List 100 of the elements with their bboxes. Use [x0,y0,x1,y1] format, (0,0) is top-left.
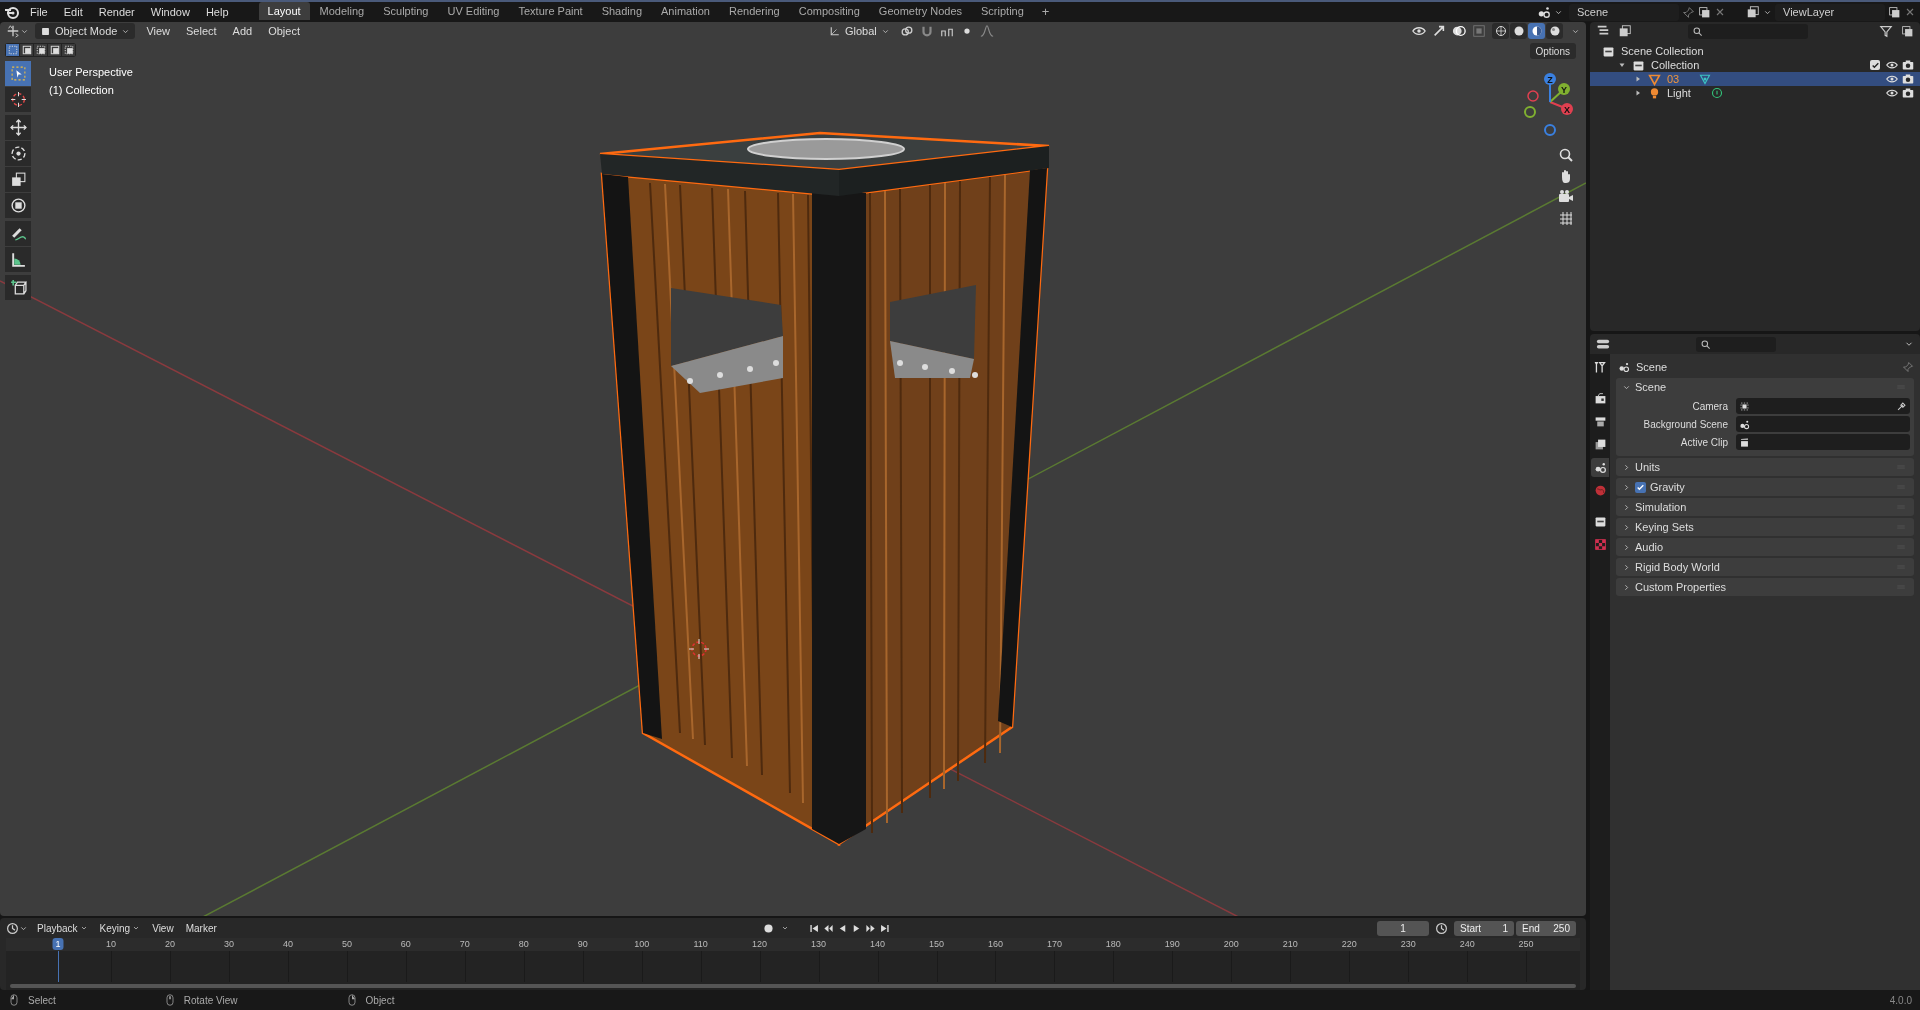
camera-field[interactable] [1736,398,1910,414]
gizmo-negative-handle[interactable] [1524,90,1556,136]
search-field[interactable] [1696,336,1776,352]
visibility-eye-icon[interactable] [1886,59,1898,71]
copy-icon[interactable] [1888,5,1901,19]
workspace-tab[interactable]: Scripting [972,2,1033,21]
workspace-tab[interactable]: Sculpting [374,2,438,21]
current-frame-field[interactable]: 1 [1377,920,1429,936]
wireframe-shading-button[interactable] [1492,23,1509,39]
workspace-tab[interactable]: Texture Paint [509,2,592,21]
scene-field[interactable] [1736,416,1910,432]
menu-item[interactable]: Help [199,3,235,21]
visibility-eye-icon[interactable] [1886,73,1898,85]
dropdown-caret-icon[interactable] [780,924,789,932]
mesh-data-icon[interactable] [1699,73,1712,85]
workspace-tab[interactable]: UV Editing [438,2,509,21]
pin-icon[interactable] [1682,5,1695,19]
annotate-tool-button[interactable] [5,221,31,246]
exclude-checkbox[interactable] [1870,60,1880,70]
timeline-scrollbar[interactable] [10,984,1576,988]
copy-icon[interactable] [1698,5,1711,19]
workspace-tab[interactable]: Layout [258,2,310,21]
workspace-tab[interactable]: Animation [652,2,719,21]
workspace-tab[interactable]: Shading [592,2,652,21]
filter-icon[interactable] [1879,24,1893,38]
menu-item[interactable]: Select [181,22,222,40]
panel-title[interactable]: Keying Sets [1635,518,1694,536]
move-tool-button[interactable] [5,115,31,140]
add-workspace-button[interactable]: + [1033,2,1058,22]
scene-selector[interactable]: Scene [1569,3,1679,21]
record-icon[interactable] [761,921,775,935]
close-icon[interactable] [1714,6,1726,18]
panel-title[interactable]: Gravity [1650,478,1685,496]
jump-start-icon[interactable] [808,922,820,934]
menu-item[interactable]: View [141,22,176,40]
outliner-row[interactable]: 03 [1590,72,1920,86]
search-field[interactable] [1688,23,1808,39]
display-mode-icon[interactable] [1618,24,1632,38]
next-keyframe-icon[interactable] [864,922,876,934]
outliner-row[interactable]: Collection [1590,58,1920,72]
mode-dropdown[interactable]: Object Mode [35,23,136,39]
expand-arrow-icon[interactable] [1634,75,1642,83]
panel-title[interactable]: Simulation [1635,498,1687,516]
selection-mode-button[interactable] [62,44,75,56]
light-data-icon[interactable] [1710,87,1723,99]
view-layer-icon[interactable] [1746,5,1760,19]
camera-view-icon[interactable] [1558,189,1574,205]
zoom-icon[interactable] [1558,147,1574,163]
rendered-shading-button[interactable] [1546,23,1563,39]
panel-title[interactable]: Custom Properties [1635,578,1727,596]
new-collection-icon[interactable] [1901,24,1914,38]
enable-checkbox[interactable] [1635,481,1646,493]
menu-item[interactable]: View [149,920,177,936]
rotate-tool-button[interactable] [5,141,31,166]
view-layer-selector[interactable]: ViewLayer [1775,3,1885,21]
scene-icon[interactable] [1537,5,1551,19]
scale-tool-button[interactable] [5,167,31,192]
snap-icon[interactable] [919,24,934,38]
gizmo-z-handle[interactable]: Z [1544,73,1556,103]
menu-item[interactable]: File [24,3,54,21]
menu-item[interactable]: Render [92,3,141,21]
gizmo-x-handle[interactable]: X [1549,101,1573,115]
add-cube-tool-button[interactable] [5,275,31,300]
grid-icon[interactable] [1558,210,1574,226]
falloff-icon[interactable] [979,24,994,38]
expand-arrow-icon[interactable] [1634,89,1642,97]
clock-icon[interactable] [1435,921,1448,935]
cursor-tool-button[interactable] [5,87,31,112]
solid-shading-button[interactable] [1510,23,1527,39]
menu-item[interactable]: Edit [57,3,89,21]
options-dropdown[interactable]: Options [1529,43,1576,59]
overlays-icon[interactable] [1452,24,1466,38]
outliner-row[interactable]: Light [1590,86,1920,100]
previous-keyframe-icon[interactable] [822,922,834,934]
gizmo-icon[interactable] [1432,24,1446,38]
material-shading-button[interactable] [1528,23,1545,39]
selection-mode-button[interactable] [48,44,61,56]
workspace-tab[interactable]: Geometry Nodes [869,2,971,21]
jump-end-icon[interactable] [878,922,890,934]
orientation-dropdown[interactable]: Global [825,23,894,39]
visibility-eye-icon[interactable] [1886,87,1898,99]
panel-title[interactable]: Scene [1635,378,1667,396]
render-camera-icon[interactable] [1902,87,1914,99]
panel-title[interactable]: Units [1635,458,1661,476]
panel-title[interactable]: Audio [1635,538,1664,556]
render-camera-icon[interactable] [1902,59,1914,71]
blender-logo-icon[interactable] [4,4,20,20]
visibility-icon[interactable] [1412,24,1426,38]
scene-tab[interactable] [1591,458,1609,477]
editor-type-icon[interactable] [6,24,20,38]
menu-item[interactable]: Marker [182,920,220,936]
outliner-row[interactable]: Scene Collection [1590,44,1920,58]
menu-item[interactable]: Add [227,22,258,40]
transform-tool-button[interactable] [5,193,31,218]
workspace-tab[interactable]: Rendering [719,2,789,21]
start-frame-field[interactable]: Start 1 [1454,920,1514,936]
gizmo-y-handle[interactable]: Y [1549,83,1570,103]
selection-mode-button[interactable] [34,44,47,56]
editor-type-icon[interactable] [1596,337,1610,351]
render-camera-icon[interactable] [1902,73,1914,85]
